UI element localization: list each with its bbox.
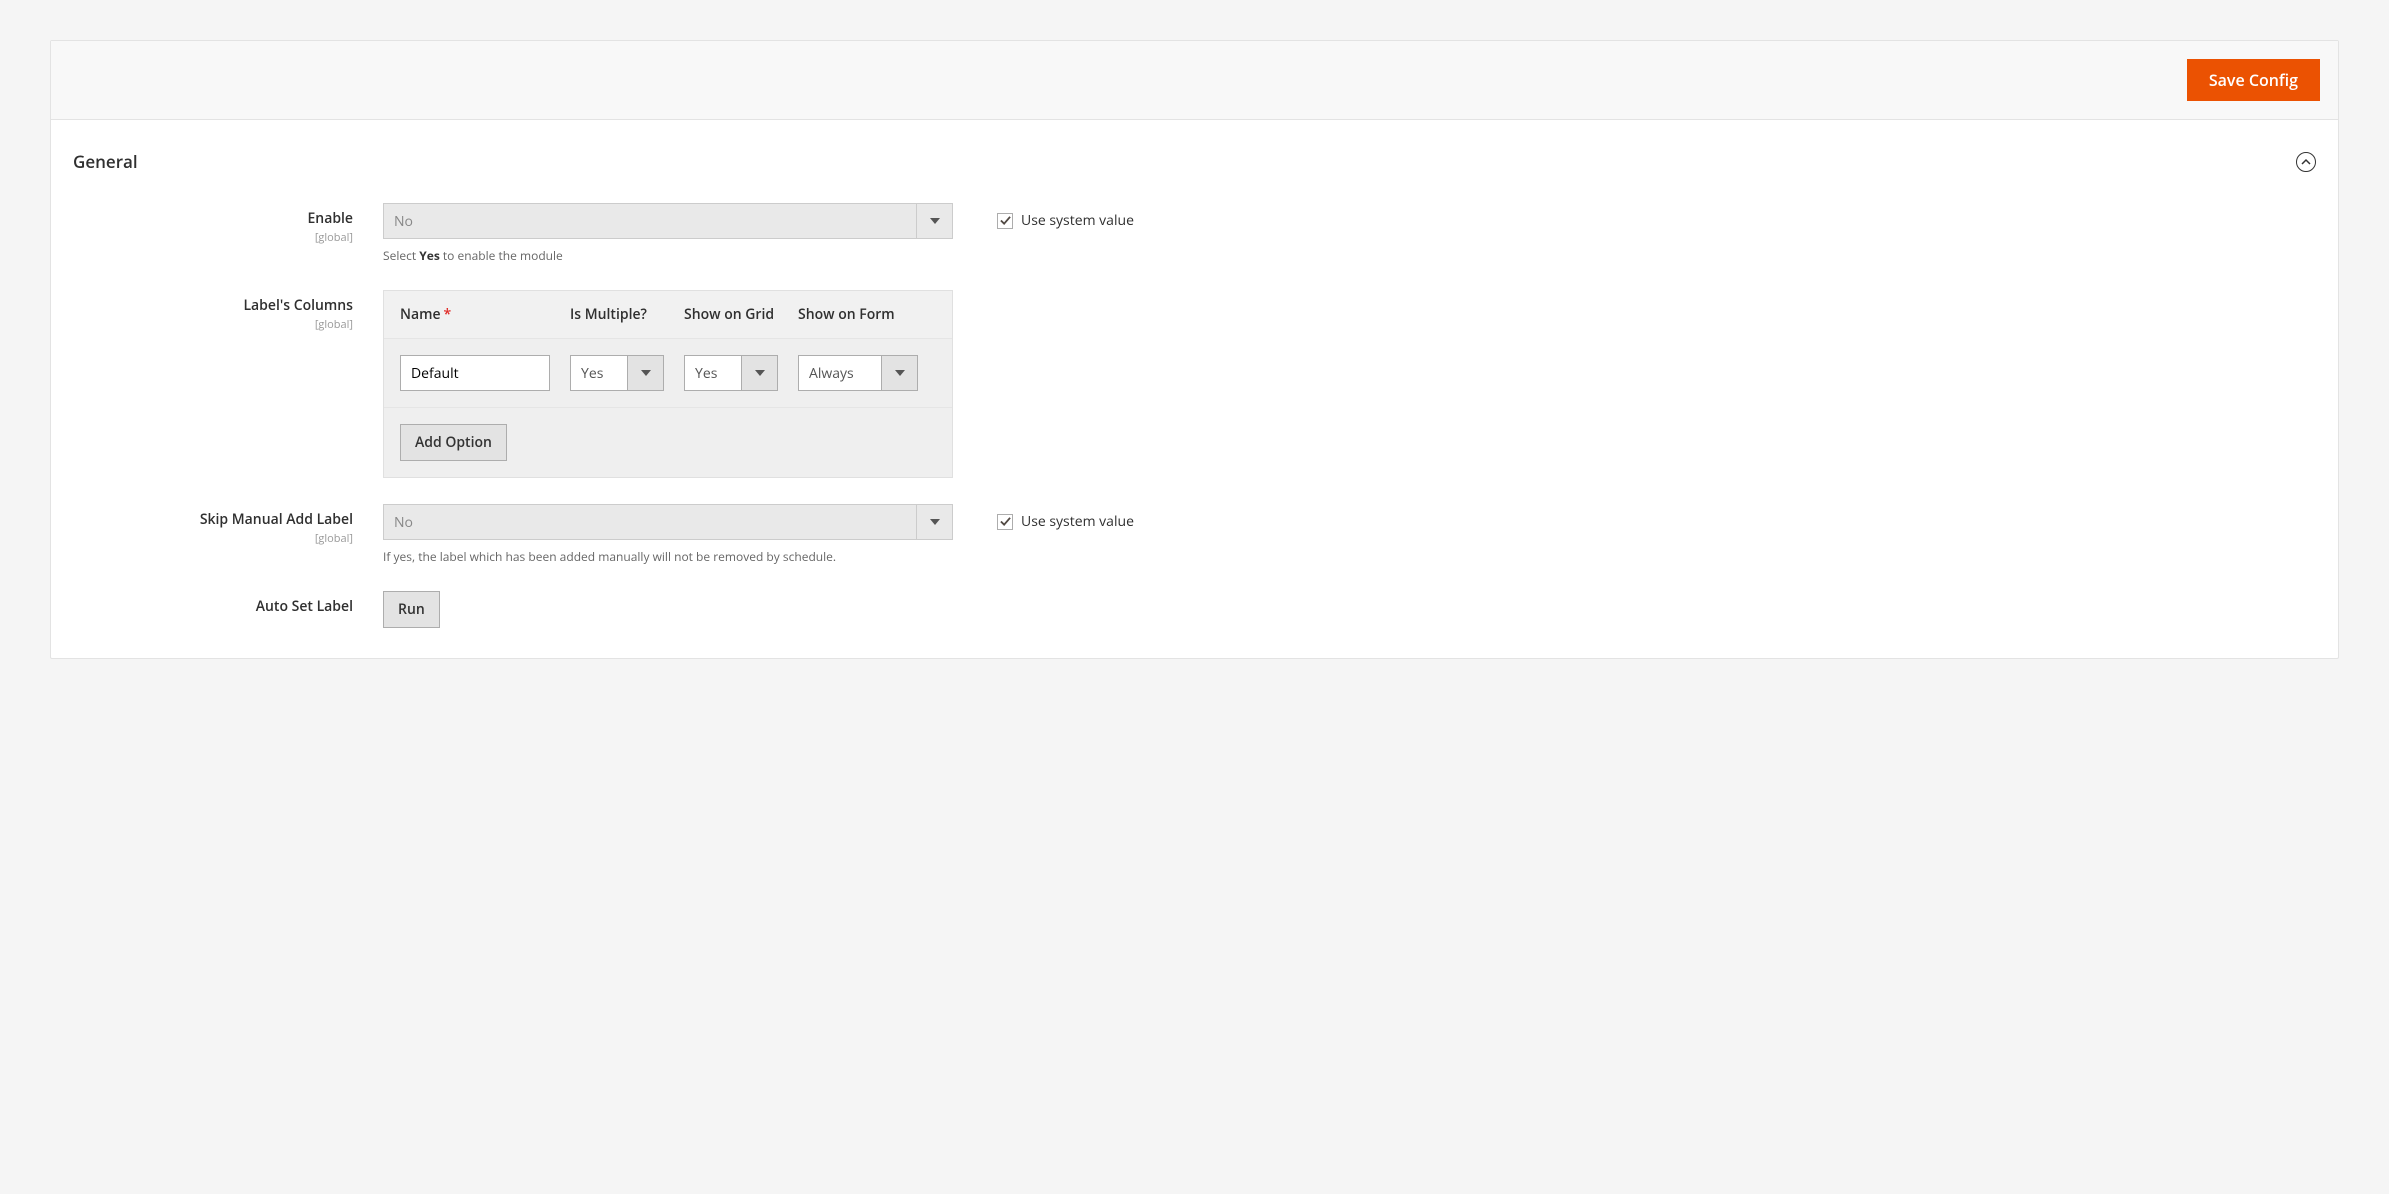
row-skip-manual: Skip Manual Add Label [global] No If yes…: [73, 504, 2316, 565]
table-header: Name* Is Multiple? Show on Grid Show on …: [384, 291, 952, 338]
chevron-down-icon[interactable]: [882, 355, 918, 391]
label-col: Enable [global]: [73, 203, 383, 245]
row-labels-columns: Label's Columns [global] Name* Is Multip…: [73, 290, 2316, 478]
th-name: Name*: [400, 305, 550, 324]
name-input[interactable]: [400, 355, 550, 391]
collapse-icon[interactable]: [2296, 152, 2316, 172]
enable-scope: [global]: [73, 230, 353, 245]
checkbox-checked-icon: [997, 213, 1013, 229]
required-asterisk: *: [444, 305, 452, 324]
config-panel: Save Config General Enable [global] No: [50, 40, 2339, 659]
skip-manual-scope: [global]: [73, 531, 353, 546]
th-show-on-grid: Show on Grid: [684, 305, 778, 324]
skip-manual-note: If yes, the label which has been added m…: [383, 548, 953, 565]
input-col: No If yes, the label which has been adde…: [383, 504, 953, 565]
save-config-button[interactable]: Save Config: [2187, 59, 2320, 101]
extra-col: Use system value: [953, 504, 1134, 531]
show-on-grid-value: Yes: [684, 355, 742, 391]
input-col: Name* Is Multiple? Show on Grid Show on …: [383, 290, 953, 478]
run-button[interactable]: Run: [383, 591, 440, 628]
show-on-form-select[interactable]: Always: [798, 355, 918, 391]
section-header[interactable]: General: [51, 120, 2338, 203]
label-col: Skip Manual Add Label [global]: [73, 504, 383, 546]
auto-set-label: Auto Set Label: [256, 597, 353, 616]
chevron-down-icon: [917, 203, 953, 239]
row-enable: Enable [global] No Select Yes to enable …: [73, 203, 2316, 264]
th-is-multiple: Is Multiple?: [570, 305, 664, 324]
table-footer: Add Option: [384, 407, 952, 477]
add-option-button[interactable]: Add Option: [400, 424, 507, 461]
enable-label: Enable: [307, 209, 353, 228]
labels-columns-scope: [global]: [73, 317, 353, 332]
show-on-form-value: Always: [798, 355, 882, 391]
skip-manual-select: No: [383, 504, 953, 540]
panel-header: Save Config: [51, 41, 2338, 120]
enable-select-value: No: [383, 203, 917, 239]
chevron-down-icon[interactable]: [628, 355, 664, 391]
table-row: Yes Yes: [384, 338, 952, 407]
skip-manual-use-system-checkbox[interactable]: Use system value: [997, 512, 1134, 531]
extra-col: Use system value: [953, 203, 1134, 230]
use-system-label: Use system value: [1021, 512, 1134, 531]
enable-use-system-checkbox[interactable]: Use system value: [997, 211, 1134, 230]
labels-columns-table: Name* Is Multiple? Show on Grid Show on …: [383, 290, 953, 478]
input-col: Run: [383, 591, 953, 628]
th-show-on-form: Show on Form: [798, 305, 918, 324]
enable-note: Select Yes to enable the module: [383, 247, 953, 264]
section-title: General: [73, 150, 138, 173]
form-content: Enable [global] No Select Yes to enable …: [51, 203, 2338, 658]
labels-columns-label: Label's Columns: [243, 296, 353, 315]
label-col: Label's Columns [global]: [73, 290, 383, 332]
chevron-down-icon: [917, 504, 953, 540]
is-multiple-value: Yes: [570, 355, 628, 391]
skip-manual-value: No: [383, 504, 917, 540]
chevron-down-icon[interactable]: [742, 355, 778, 391]
checkbox-checked-icon: [997, 514, 1013, 530]
show-on-grid-select[interactable]: Yes: [684, 355, 778, 391]
row-auto-set: Auto Set Label Run: [73, 591, 2316, 628]
skip-manual-label: Skip Manual Add Label: [200, 510, 353, 529]
input-col: No Select Yes to enable the module: [383, 203, 953, 264]
label-col: Auto Set Label: [73, 591, 383, 616]
is-multiple-select[interactable]: Yes: [570, 355, 664, 391]
use-system-label: Use system value: [1021, 211, 1134, 230]
enable-select: No: [383, 203, 953, 239]
